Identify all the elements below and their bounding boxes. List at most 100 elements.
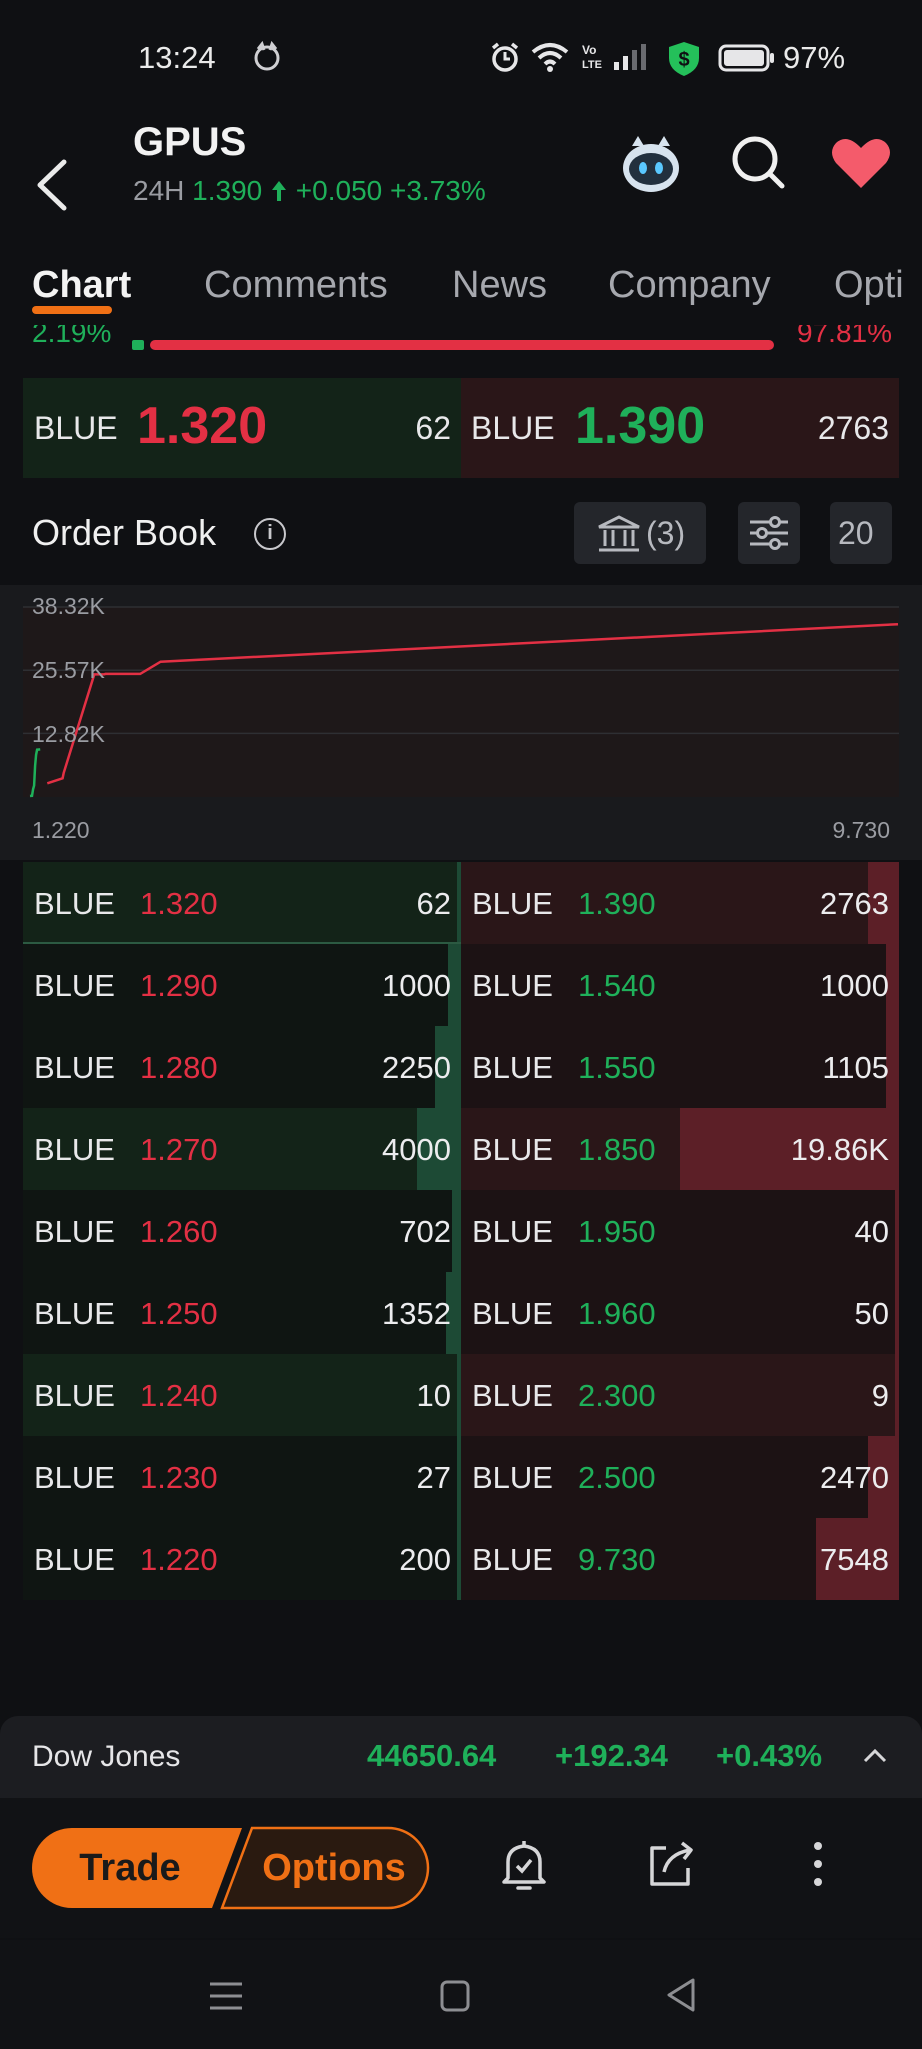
tab-comments[interactable]: Comments — [204, 264, 388, 307]
last-price: 1.390 — [192, 175, 263, 206]
ask-row[interactable]: BLUE 1.950 40 — [461, 1190, 899, 1272]
alarm-icon — [491, 42, 519, 72]
x-tick-label-max: 9.730 — [832, 817, 890, 843]
bid-exchange: BLUE — [34, 1296, 115, 1331]
table-row: BLUE 1.280 2250 BLUE 1.550 1105 — [23, 1026, 899, 1108]
tab-company[interactable]: Company — [608, 264, 771, 307]
alert-bell-icon[interactable] — [498, 1838, 550, 1894]
bid-exchange: BLUE — [34, 1460, 115, 1495]
bid-price: 1.270 — [140, 1132, 218, 1167]
bid-exchange: BLUE — [34, 1378, 115, 1413]
svg-text:$: $ — [678, 49, 689, 71]
ask-row[interactable]: BLUE 1.540 1000 — [461, 944, 899, 1026]
index-name: Dow Jones — [32, 1740, 181, 1773]
trade-button[interactable]: Trade — [79, 1847, 180, 1889]
best-bid-exchange: BLUE — [34, 410, 118, 446]
menu-icon[interactable] — [206, 1978, 246, 2014]
bid-row[interactable]: BLUE 1.240 10 — [23, 1354, 461, 1436]
bid-price: 1.240 — [140, 1378, 218, 1413]
best-bid-price: 1.320 — [137, 397, 268, 455]
home-icon[interactable] — [438, 1978, 472, 2014]
ask-row[interactable]: BLUE 2.500 2470 — [461, 1436, 899, 1518]
bid-row[interactable]: BLUE 1.320 62 — [23, 862, 461, 944]
index-ticker-bar[interactable]: Dow Jones 44650.64 +192.34 +0.43% — [0, 1716, 922, 1798]
back-nav-icon[interactable] — [664, 1976, 698, 2014]
bid-price: 1.280 — [140, 1050, 218, 1085]
battery-icon — [718, 44, 774, 72]
heart-icon[interactable] — [830, 136, 892, 190]
table-row: BLUE 1.270 4000 BLUE 1.850 19.86K — [23, 1108, 899, 1190]
depth-chart: 38.32K 25.57K 12.82K 1.220 9.730 — [0, 585, 922, 860]
status-time: 13:24 — [138, 40, 216, 75]
trade-options-toggle: Trade Options — [32, 1826, 430, 1910]
search-icon[interactable] — [730, 134, 786, 194]
svg-text:LTE: LTE — [582, 59, 602, 71]
price-summary: 24H 1.390 +0.050 +3.73% — [133, 175, 486, 207]
robot-assistant-icon[interactable] — [618, 132, 684, 198]
filter-button[interactable] — [738, 502, 800, 564]
bid-row[interactable]: BLUE 1.290 1000 — [23, 944, 461, 1026]
status-bar: 13:24 Vo LTE $ 97% — [0, 0, 922, 120]
ask-size: 19.86K — [790, 1132, 889, 1167]
options-button[interactable]: Options — [262, 1847, 406, 1889]
table-row: BLUE 1.220 200 BLUE 9.730 7548 — [23, 1518, 899, 1600]
tab-chart[interactable]: Chart — [32, 264, 131, 307]
index-value: 44650.64 — [367, 1738, 497, 1773]
best-bid[interactable]: BLUE 1.320 62 — [23, 378, 461, 478]
ask-row[interactable]: BLUE 1.550 1105 — [461, 1026, 899, 1108]
tab-options[interactable]: Opti — [834, 264, 904, 307]
ask-row[interactable]: BLUE 1.850 19.86K — [461, 1108, 899, 1190]
ask-row[interactable]: BLUE 9.730 7548 — [461, 1518, 899, 1600]
bid-row[interactable]: BLUE 1.260 702 — [23, 1190, 461, 1272]
arrow-up-icon — [272, 181, 287, 201]
ask-size: 50 — [854, 1296, 889, 1331]
stock-header: GPUS 24H 1.390 +0.050 +3.73% — [0, 120, 922, 250]
info-icon[interactable]: i — [254, 518, 286, 550]
plot-area — [23, 607, 899, 797]
bid-price: 1.260 — [140, 1214, 218, 1249]
share-icon[interactable] — [646, 1838, 696, 1890]
ask-row[interactable]: BLUE 2.300 9 — [461, 1354, 899, 1436]
ask-row[interactable]: BLUE 1.960 50 — [461, 1272, 899, 1354]
table-row: BLUE 1.260 702 BLUE 1.950 40 — [23, 1190, 899, 1272]
table-row: BLUE 1.240 10 BLUE 2.300 9 — [23, 1354, 899, 1436]
bid-size: 62 — [416, 886, 451, 921]
wifi-icon — [531, 43, 569, 72]
more-icon[interactable] — [808, 1838, 828, 1890]
back-icon[interactable] — [28, 140, 78, 230]
period-label: 24H — [133, 175, 185, 206]
bid-row[interactable]: BLUE 1.280 2250 — [23, 1026, 461, 1108]
ask-row[interactable]: BLUE 1.390 2763 — [461, 862, 899, 944]
stock-symbol: GPUS — [133, 120, 247, 164]
ask-volume-bar — [895, 1272, 899, 1354]
bid-row[interactable]: BLUE 1.250 1352 — [23, 1272, 461, 1354]
ask-size: 40 — [854, 1214, 889, 1249]
bid-percentage: 2.19% — [32, 325, 112, 348]
ask-exchange: BLUE — [472, 1378, 553, 1413]
bid-row[interactable]: BLUE 1.270 4000 — [23, 1108, 461, 1190]
bid-row[interactable]: BLUE 1.230 27 — [23, 1436, 461, 1518]
ask-size: 7548 — [820, 1542, 889, 1577]
bid-price: 1.290 — [140, 968, 218, 1003]
bid-row[interactable]: BLUE 1.220 200 — [23, 1518, 461, 1600]
ask-exchange: BLUE — [472, 1214, 553, 1249]
bid-price: 1.320 — [140, 886, 218, 921]
ask-volume-bar — [895, 1354, 899, 1436]
y-tick-label-top: 38.32K — [32, 593, 105, 619]
ask-exchange: BLUE — [472, 1542, 553, 1577]
depth-level: 20 — [838, 515, 874, 551]
best-ask-price: 1.390 — [575, 397, 706, 455]
brokers-button[interactable]: (3) — [574, 502, 706, 564]
ask-exchange: BLUE — [472, 1460, 553, 1495]
tab-news[interactable]: News — [452, 264, 547, 307]
price-change: +0.050 — [295, 175, 383, 206]
ask-price: 1.390 — [578, 886, 656, 921]
x-tick-label-min: 1.220 — [32, 817, 90, 843]
chevron-up-icon[interactable] — [862, 1746, 888, 1766]
table-row: BLUE 1.230 27 BLUE 2.500 2470 — [23, 1436, 899, 1518]
signal-icon — [614, 44, 646, 70]
bid-exchange: BLUE — [34, 968, 115, 1003]
depth-level-button[interactable]: 20 — [830, 502, 892, 564]
depth-chart-plot — [23, 606, 899, 798]
best-ask[interactable]: BLUE 1.390 2763 — [461, 378, 899, 478]
